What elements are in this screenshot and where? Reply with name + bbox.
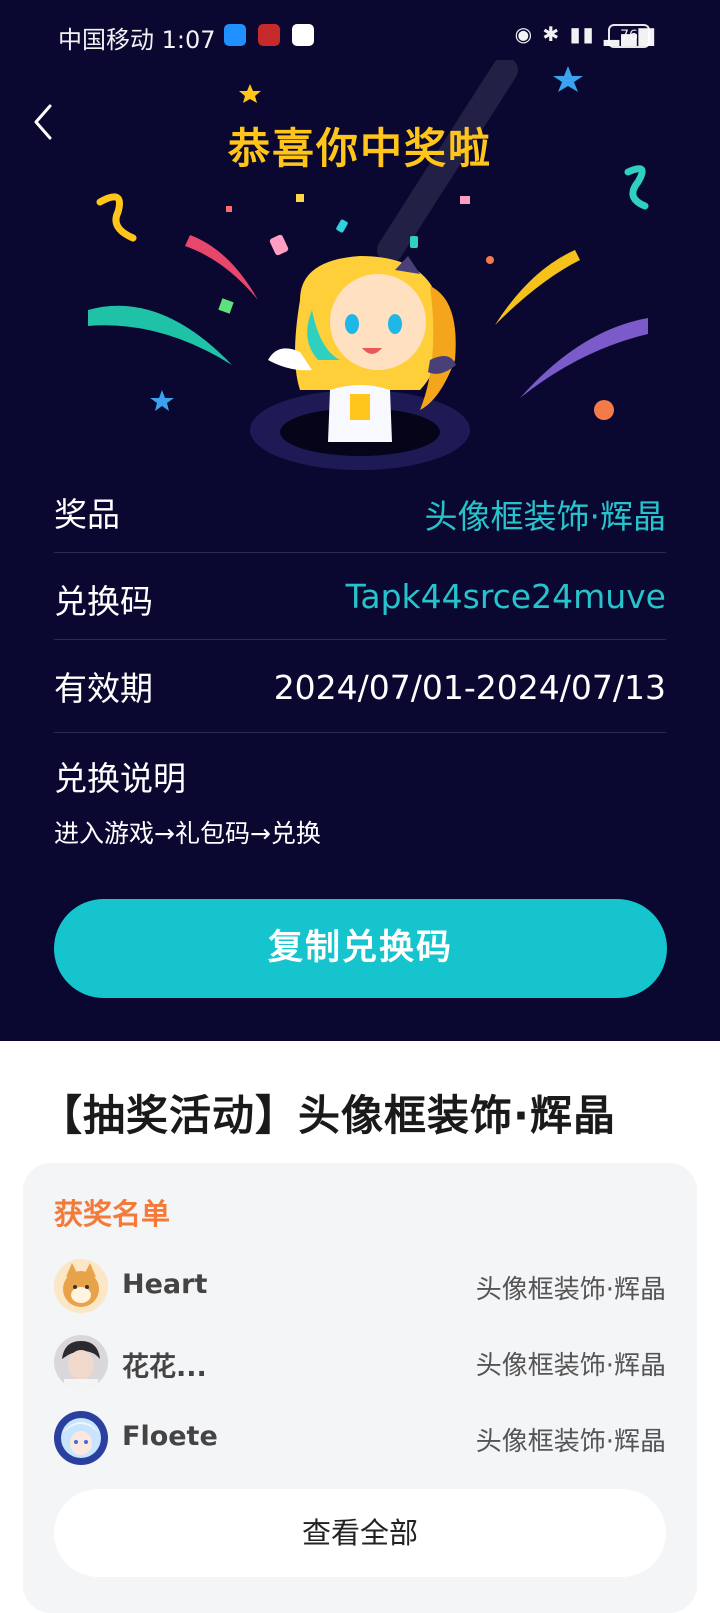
copy-code-button[interactable]: 复制兑换码	[54, 899, 667, 998]
battery-indicator: 76	[608, 24, 650, 48]
redeem-code-label: 兑换码	[54, 582, 153, 621]
redeem-code-row: 兑换码 Tapk44srce24muve	[54, 553, 666, 640]
winner-name: 花花...	[122, 1352, 207, 1383]
avatar[interactable]	[54, 1411, 108, 1465]
winner-row[interactable]: Floete 头像框装饰·辉晶	[54, 1411, 666, 1467]
congrats-title: 恭喜你中奖啦	[227, 124, 492, 173]
winner-name: Heart	[122, 1269, 208, 1300]
prize-value: 头像框装饰·辉晶	[424, 497, 667, 536]
prize-label: 奖品	[54, 495, 120, 534]
validity-row: 有效期 2024/07/01-2024/07/13	[54, 640, 666, 733]
bank-app-icon	[258, 24, 280, 46]
redeem-code-value[interactable]: Tapk44srce24muve	[346, 577, 666, 616]
prize-panel: 中国移动 1:07 ◉ ✱ ▮▮ ▂▄▆ 76 恭喜你中奖啦 奖品 头像框装饰·…	[0, 0, 720, 1041]
winner-prize: 头像框装饰·辉晶	[475, 1275, 666, 1305]
redeem-instructions-text: 进入游戏→礼包码→兑换	[54, 819, 321, 848]
china-mobile-app-icon	[292, 24, 314, 46]
prize-row: 奖品 头像框装饰·辉晶	[54, 466, 666, 553]
avatar[interactable]	[54, 1335, 108, 1389]
avatar[interactable]	[54, 1259, 108, 1313]
winner-row[interactable]: 花花... 头像框装饰·辉晶	[54, 1335, 666, 1391]
view-all-button[interactable]: 查看全部	[54, 1489, 666, 1577]
validity-value: 2024/07/01-2024/07/13	[273, 668, 666, 707]
status-carrier-time: 中国移动 1:07	[58, 26, 216, 54]
winners-title: 获奖名单	[54, 1197, 171, 1231]
message-app-icon	[224, 24, 246, 46]
validity-label: 有效期	[54, 669, 153, 708]
winner-prize: 头像框装饰·辉晶	[475, 1427, 666, 1457]
winner-prize: 头像框装饰·辉晶	[475, 1351, 666, 1381]
winner-row[interactable]: Heart 头像框装饰·辉晶	[54, 1259, 666, 1315]
winner-name: Floete	[122, 1421, 218, 1452]
activity-title: 【抽奖活动】头像框装饰·辉晶	[40, 1091, 616, 1140]
winners-card: 获奖名单 Heart 头像框装饰·辉晶 花花... 头像框装饰·辉晶 Floet…	[23, 1163, 697, 1613]
redeem-instructions-title: 兑换说明	[54, 759, 186, 798]
